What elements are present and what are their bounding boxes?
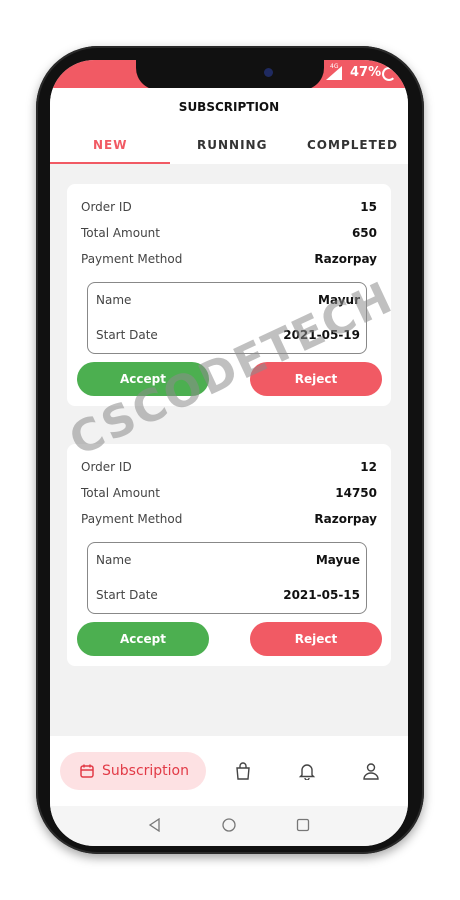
payment-method-label: Payment Method (81, 252, 183, 266)
order-id-label: Order ID (81, 200, 132, 214)
name-label: Name (96, 293, 132, 307)
tab-running[interactable]: RUNNING (197, 138, 267, 152)
payment-method-label: Payment Method (81, 512, 183, 526)
bottom-navigation: Subscription (50, 736, 408, 806)
total-amount-value: 14750 (335, 486, 377, 500)
nav-item-subscription[interactable]: Subscription (60, 752, 206, 790)
battery-icon (382, 67, 396, 81)
signal-icon (326, 66, 342, 80)
order-card: Order ID 12 Total Amount 14750 Payment M… (67, 444, 391, 666)
payment-method-value: Razorpay (314, 252, 377, 266)
start-date-label: Start Date (96, 588, 158, 602)
tab-completed[interactable]: COMPLETED (307, 138, 398, 152)
name-value: Mayue (315, 553, 360, 567)
back-icon[interactable] (148, 818, 162, 832)
camera-notch (136, 60, 324, 90)
recents-icon[interactable] (296, 818, 310, 832)
total-amount-label: Total Amount (81, 486, 160, 500)
reject-button[interactable]: Reject (250, 622, 382, 656)
system-navigation-bar (50, 806, 408, 846)
app-bar: SUBSCRIPTION (50, 88, 408, 124)
calendar-icon (80, 764, 94, 778)
nav-subscription-label: Subscription (102, 763, 189, 779)
home-icon[interactable] (222, 818, 236, 832)
accept-button[interactable]: Accept (77, 622, 209, 656)
battery-level: 47% (350, 65, 382, 80)
total-amount-label: Total Amount (81, 226, 160, 240)
order-id-value: 12 (360, 460, 377, 474)
total-amount-value: 650 (351, 226, 377, 240)
name-label: Name (96, 553, 132, 567)
page-title: SUBSCRIPTION (178, 100, 280, 114)
bag-icon[interactable] (234, 762, 252, 780)
subscriber-details-box: Name Mayue Start Date 2021-05-15 (87, 542, 367, 614)
order-id-value: 15 (360, 200, 377, 214)
front-camera (264, 68, 273, 77)
tab-new[interactable]: NEW (93, 138, 127, 152)
tab-bar: NEW RUNNING COMPLETED (50, 124, 408, 164)
user-icon[interactable] (362, 762, 380, 780)
payment-method-value: Razorpay (314, 512, 377, 526)
bell-icon[interactable] (298, 762, 316, 780)
start-date-label: Start Date (96, 328, 158, 342)
start-date-value: 2021-05-15 (283, 588, 360, 602)
active-tab-indicator (50, 162, 170, 164)
